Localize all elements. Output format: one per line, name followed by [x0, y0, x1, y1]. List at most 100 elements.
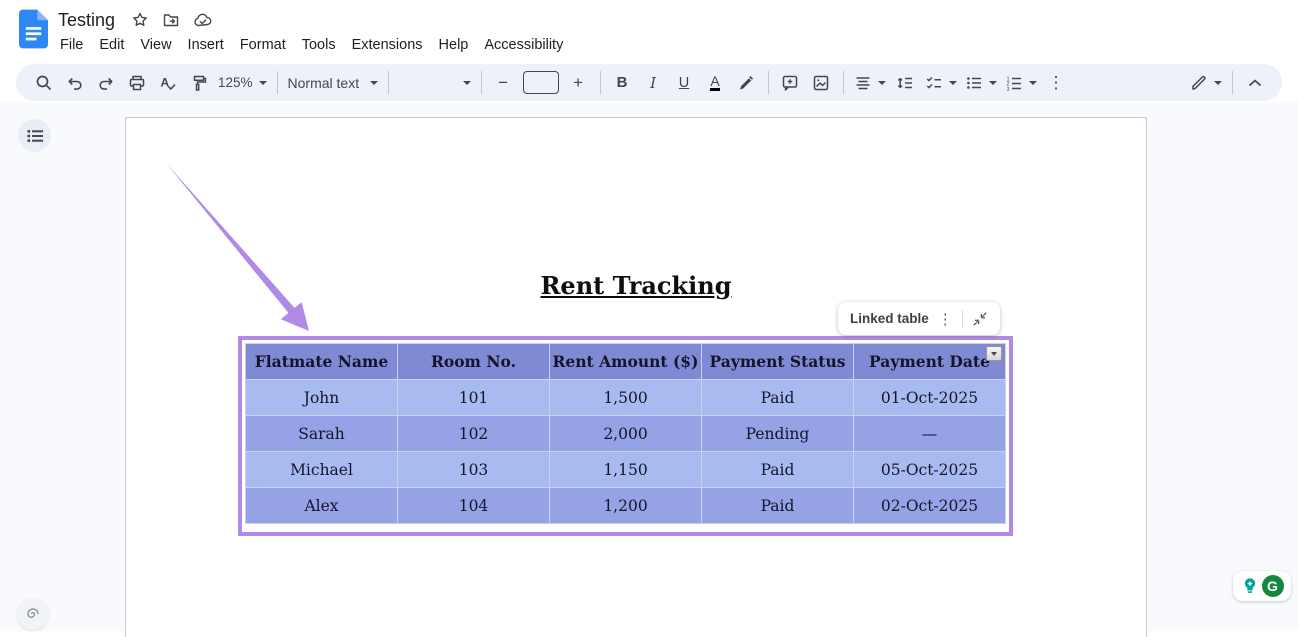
font-caret-icon	[463, 81, 471, 85]
menu-accessibility[interactable]: Accessibility	[476, 33, 571, 58]
table-dropdown-chip[interactable]	[986, 346, 1002, 361]
menu-edit[interactable]: Edit	[91, 33, 132, 58]
highlight-color-button[interactable]	[734, 70, 759, 96]
popup-more-button[interactable]: ⋮	[938, 310, 953, 328]
table-header-cell[interactable]: Rent Amount ($)	[550, 344, 702, 380]
table-cell[interactable]: 2,000	[550, 416, 702, 452]
numbered-list-select[interactable]: 123	[1005, 70, 1037, 96]
numbered-list-icon: 123	[1005, 74, 1023, 92]
table-cell[interactable]: 104	[398, 488, 550, 524]
table-cell[interactable]: Paid	[702, 380, 854, 416]
menu-view[interactable]: View	[132, 33, 179, 58]
table-cell[interactable]: 1,500	[550, 380, 702, 416]
document-outline-icon	[27, 129, 43, 143]
bulleted-list-select[interactable]	[965, 70, 997, 96]
rent-table[interactable]: Flatmate NameRoom No.Rent Amount ($)Paym…	[245, 343, 1006, 524]
table-cell[interactable]: 101	[398, 380, 550, 416]
table-header-cell[interactable]: Room No.	[398, 344, 550, 380]
spellcheck-icon: A	[159, 74, 177, 92]
assistive-tools-button[interactable]	[17, 598, 49, 630]
more-options-button[interactable]: ⋮	[1044, 70, 1069, 96]
add-comment-button[interactable]	[778, 70, 803, 96]
rent-table-body: John1011,500Paid01-Oct-2025Sarah1022,000…	[246, 380, 1006, 524]
menu-tools[interactable]: Tools	[294, 33, 344, 58]
search-menus-button[interactable]	[31, 70, 56, 96]
paint-format-button[interactable]	[186, 70, 211, 96]
table-cell[interactable]: Sarah	[246, 416, 398, 452]
table-cell[interactable]: Pending	[702, 416, 854, 452]
table-cell[interactable]: 103	[398, 452, 550, 488]
checklist-icon	[925, 74, 943, 92]
checklist-select[interactable]	[925, 70, 957, 96]
table-cell[interactable]: 102	[398, 416, 550, 452]
table-header-cell[interactable]: Payment Status	[702, 344, 854, 380]
formatting-toolbar: A 125% Normal text − + B I U A	[16, 64, 1282, 101]
text-color-label: A	[710, 74, 719, 91]
text-color-button[interactable]: A	[703, 70, 728, 96]
table-header-cell[interactable]: Flatmate Name	[246, 344, 398, 380]
line-spacing-button[interactable]	[893, 70, 918, 96]
table-cell[interactable]: 02-Oct-2025	[854, 488, 1006, 524]
hide-menus-button[interactable]	[1242, 70, 1267, 96]
google-docs-icon[interactable]	[19, 9, 48, 49]
menu-insert[interactable]: Insert	[180, 33, 232, 58]
toolbar-divider	[768, 71, 769, 94]
add-comment-icon	[781, 74, 799, 92]
menu-help[interactable]: Help	[431, 33, 477, 58]
redo-icon	[97, 74, 115, 92]
star-icon[interactable]	[131, 11, 149, 29]
styles-caret-icon	[370, 81, 378, 85]
move-folder-icon[interactable]	[162, 11, 180, 29]
google-docs-window: Testing FileEditViewInsertFormatToolsExt…	[0, 0, 1298, 631]
document-title[interactable]: Testing	[58, 10, 115, 31]
table-cell[interactable]: Paid	[702, 488, 854, 524]
doc-heading[interactable]: Rent Tracking	[125, 271, 1147, 300]
spell-check-button[interactable]: A	[155, 70, 180, 96]
decrease-font-size-button[interactable]: −	[491, 70, 516, 96]
font-family-value	[399, 71, 457, 95]
table-cell[interactable]: 1,150	[550, 452, 702, 488]
grammarly-widget[interactable]: G	[1233, 571, 1291, 601]
insert-image-button[interactable]	[809, 70, 834, 96]
svg-text:3: 3	[1006, 86, 1009, 91]
cloud-saved-icon[interactable]	[193, 12, 213, 28]
popup-divider	[962, 310, 963, 328]
undo-button[interactable]	[62, 70, 87, 96]
underline-button[interactable]: U	[672, 70, 697, 96]
table-cell[interactable]: Alex	[246, 488, 398, 524]
table-header-cell[interactable]: Payment Date	[854, 344, 1006, 380]
font-family-select[interactable]	[399, 70, 471, 96]
zoom-caret-icon	[259, 81, 267, 85]
table-cell[interactable]: Michael	[246, 452, 398, 488]
font-size-input[interactable]	[523, 71, 559, 94]
print-button[interactable]	[124, 70, 149, 96]
align-select[interactable]	[854, 70, 886, 96]
table-cell[interactable]: Paid	[702, 452, 854, 488]
linked-table-label: Linked table	[850, 311, 929, 326]
linked-table-popup: Linked table ⋮	[838, 302, 1000, 335]
bold-button[interactable]: B	[610, 70, 635, 96]
editing-mode-select[interactable]	[1190, 70, 1222, 96]
menu-file[interactable]: File	[52, 33, 91, 58]
zoom-select[interactable]: 125%	[218, 70, 267, 96]
menu-format[interactable]: Format	[232, 33, 294, 58]
table-cell[interactable]: —	[854, 416, 1006, 452]
show-outline-button[interactable]	[18, 119, 51, 152]
table-cell[interactable]: 1,200	[550, 488, 702, 524]
table-row: Sarah1022,000Pending—	[246, 416, 1006, 452]
increase-font-size-button[interactable]: +	[566, 70, 591, 96]
italic-button[interactable]: I	[641, 70, 666, 96]
search-icon	[35, 74, 53, 92]
toolbar-divider	[600, 71, 601, 94]
popup-collapse-button[interactable]	[972, 311, 988, 327]
bulleted-list-icon	[965, 74, 983, 92]
table-cell[interactable]: 05-Oct-2025	[854, 452, 1006, 488]
paragraph-styles-select[interactable]: Normal text	[288, 70, 378, 96]
print-icon	[128, 74, 146, 92]
undo-icon	[66, 74, 84, 92]
table-cell[interactable]: 01-Oct-2025	[854, 380, 1006, 416]
menu-extensions[interactable]: Extensions	[344, 33, 431, 58]
table-cell[interactable]: John	[246, 380, 398, 416]
table-row: Alex1041,200Paid02-Oct-2025	[246, 488, 1006, 524]
redo-button[interactable]	[93, 70, 118, 96]
